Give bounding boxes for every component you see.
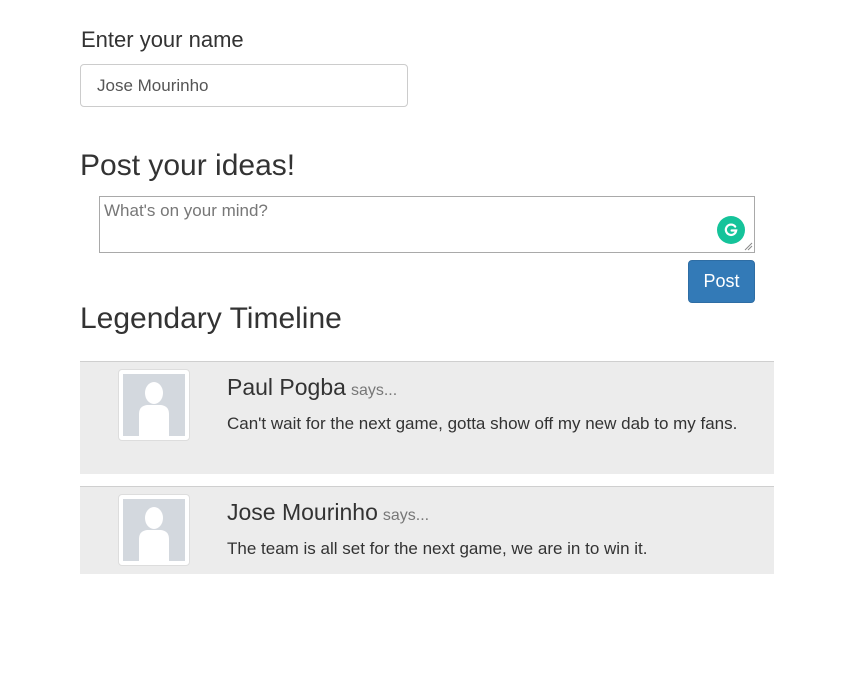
- idea-textarea[interactable]: [100, 197, 754, 252]
- default-user-avatar-icon: [123, 374, 185, 436]
- post-author-line: Paul Pogba says...: [227, 373, 397, 405]
- default-user-avatar-icon: [123, 499, 185, 561]
- says-label: says...: [382, 507, 430, 524]
- post-author: Paul Pogba: [227, 374, 346, 400]
- timeline-heading: Legendary Timeline: [80, 302, 342, 335]
- name-label: Enter your name: [81, 27, 244, 52]
- idea-textarea-container: [99, 196, 755, 253]
- post-message: The team is all set for the next game, w…: [227, 539, 648, 558]
- post-author-line: Jose Mourinho says...: [227, 498, 429, 530]
- grammarly-icon[interactable]: [717, 216, 745, 244]
- name-input[interactable]: [80, 64, 408, 107]
- resize-grip-icon[interactable]: [743, 241, 753, 251]
- avatar: [118, 494, 190, 566]
- timeline-post: Paul Pogba says... Can't wait for the nex…: [80, 361, 774, 474]
- says-label: says...: [350, 382, 398, 399]
- post-message: Can't wait for the next game, gotta show…: [227, 414, 738, 433]
- post-ideas-heading: Post your ideas!: [80, 149, 296, 182]
- post-button[interactable]: Post: [688, 260, 755, 303]
- post-author: Jose Mourinho: [227, 499, 378, 525]
- timeline-post: Jose Mourinho says... The team is all set…: [80, 486, 774, 574]
- avatar: [118, 369, 190, 441]
